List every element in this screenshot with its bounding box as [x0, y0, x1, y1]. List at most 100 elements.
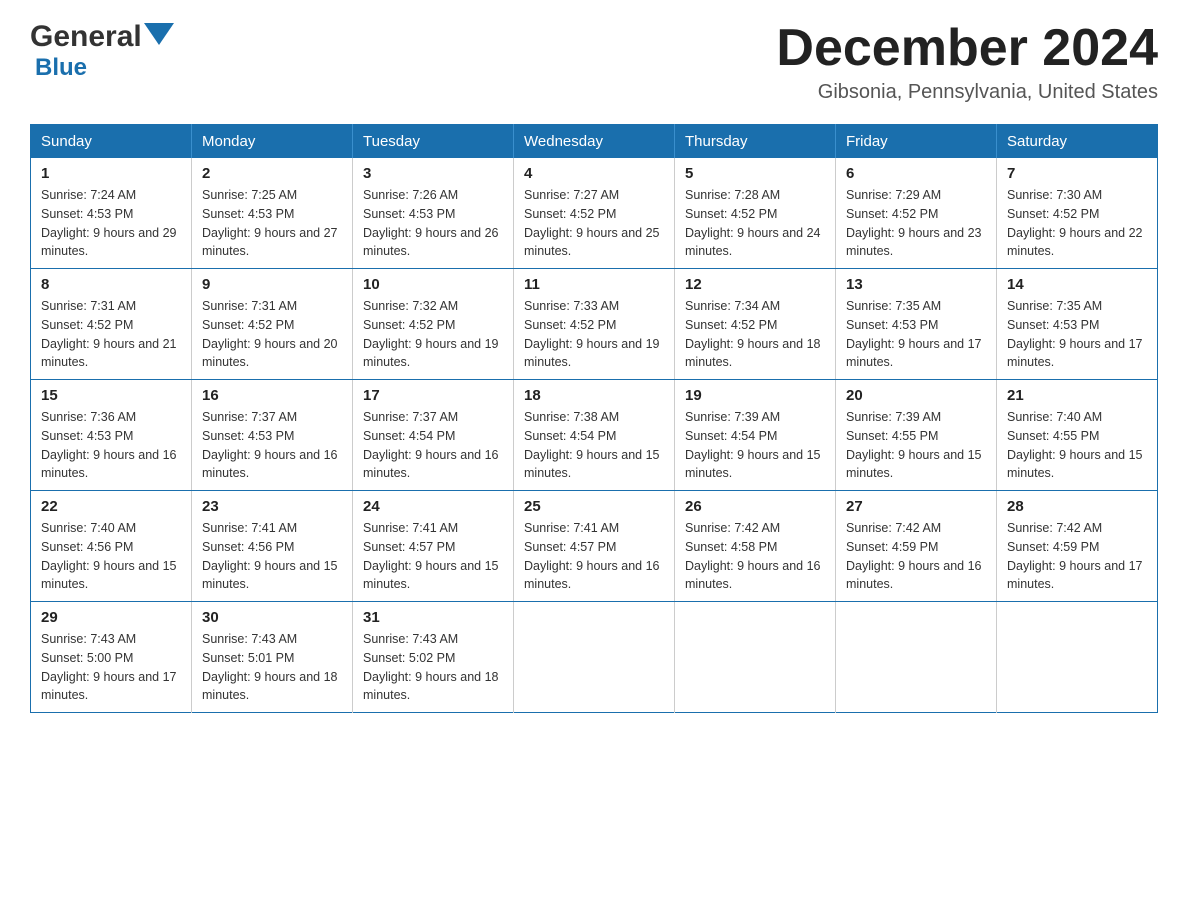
table-row	[675, 602, 836, 713]
daylight-text: Daylight: 9 hours and 17 minutes.	[41, 670, 177, 703]
table-row: 1 Sunrise: 7:24 AM Sunset: 4:53 PM Dayli…	[31, 158, 192, 269]
sunset-text: Sunset: 4:52 PM	[685, 318, 777, 332]
table-row	[997, 602, 1158, 713]
logo-blue: Blue	[35, 54, 87, 81]
sunset-text: Sunset: 4:58 PM	[685, 540, 777, 554]
daylight-text: Daylight: 9 hours and 16 minutes.	[202, 448, 338, 481]
day-info: Sunrise: 7:37 AM Sunset: 4:54 PM Dayligh…	[363, 408, 503, 483]
sunrise-text: Sunrise: 7:29 AM	[846, 188, 941, 202]
daylight-text: Daylight: 9 hours and 15 minutes.	[1007, 448, 1143, 481]
daylight-text: Daylight: 9 hours and 19 minutes.	[363, 337, 499, 370]
table-row: 4 Sunrise: 7:27 AM Sunset: 4:52 PM Dayli…	[514, 158, 675, 269]
daylight-text: Daylight: 9 hours and 17 minutes.	[846, 337, 982, 370]
daylight-text: Daylight: 9 hours and 21 minutes.	[41, 337, 177, 370]
day-info: Sunrise: 7:37 AM Sunset: 4:53 PM Dayligh…	[202, 408, 342, 483]
table-row	[836, 602, 997, 713]
day-info: Sunrise: 7:39 AM Sunset: 4:54 PM Dayligh…	[685, 408, 825, 483]
day-number: 3	[363, 165, 503, 182]
table-row: 28 Sunrise: 7:42 AM Sunset: 4:59 PM Dayl…	[997, 491, 1158, 602]
sunrise-text: Sunrise: 7:31 AM	[41, 299, 136, 313]
sunrise-text: Sunrise: 7:43 AM	[202, 632, 297, 646]
sunset-text: Sunset: 4:56 PM	[41, 540, 133, 554]
sunset-text: Sunset: 4:52 PM	[524, 318, 616, 332]
day-number: 19	[685, 387, 825, 404]
day-info: Sunrise: 7:41 AM Sunset: 4:56 PM Dayligh…	[202, 519, 342, 594]
sunrise-text: Sunrise: 7:35 AM	[1007, 299, 1102, 313]
day-info: Sunrise: 7:29 AM Sunset: 4:52 PM Dayligh…	[846, 186, 986, 261]
daylight-text: Daylight: 9 hours and 25 minutes.	[524, 226, 660, 259]
daylight-text: Daylight: 9 hours and 15 minutes.	[41, 559, 177, 592]
day-info: Sunrise: 7:26 AM Sunset: 4:53 PM Dayligh…	[363, 186, 503, 261]
sunset-text: Sunset: 4:53 PM	[41, 207, 133, 221]
day-info: Sunrise: 7:43 AM Sunset: 5:01 PM Dayligh…	[202, 630, 342, 705]
table-row: 10 Sunrise: 7:32 AM Sunset: 4:52 PM Dayl…	[353, 269, 514, 380]
day-info: Sunrise: 7:40 AM Sunset: 4:55 PM Dayligh…	[1007, 408, 1147, 483]
header-tuesday: Tuesday	[353, 125, 514, 159]
calendar-week-1: 1 Sunrise: 7:24 AM Sunset: 4:53 PM Dayli…	[31, 158, 1158, 269]
table-row: 7 Sunrise: 7:30 AM Sunset: 4:52 PM Dayli…	[997, 158, 1158, 269]
sunrise-text: Sunrise: 7:39 AM	[846, 410, 941, 424]
day-number: 31	[363, 609, 503, 626]
logo-general: General	[30, 20, 142, 54]
day-number: 13	[846, 276, 986, 293]
daylight-text: Daylight: 9 hours and 16 minutes.	[846, 559, 982, 592]
sunset-text: Sunset: 4:52 PM	[685, 207, 777, 221]
day-number: 29	[41, 609, 181, 626]
daylight-text: Daylight: 9 hours and 20 minutes.	[202, 337, 338, 370]
sunrise-text: Sunrise: 7:42 AM	[846, 521, 941, 535]
table-row: 30 Sunrise: 7:43 AM Sunset: 5:01 PM Dayl…	[192, 602, 353, 713]
sunset-text: Sunset: 4:59 PM	[846, 540, 938, 554]
daylight-text: Daylight: 9 hours and 27 minutes.	[202, 226, 338, 259]
table-row: 6 Sunrise: 7:29 AM Sunset: 4:52 PM Dayli…	[836, 158, 997, 269]
daylight-text: Daylight: 9 hours and 22 minutes.	[1007, 226, 1143, 259]
daylight-text: Daylight: 9 hours and 17 minutes.	[1007, 337, 1143, 370]
day-info: Sunrise: 7:42 AM Sunset: 4:59 PM Dayligh…	[846, 519, 986, 594]
day-number: 23	[202, 498, 342, 515]
sunset-text: Sunset: 4:54 PM	[685, 429, 777, 443]
sunrise-text: Sunrise: 7:32 AM	[363, 299, 458, 313]
table-row: 17 Sunrise: 7:37 AM Sunset: 4:54 PM Dayl…	[353, 380, 514, 491]
day-info: Sunrise: 7:40 AM Sunset: 4:56 PM Dayligh…	[41, 519, 181, 594]
day-number: 2	[202, 165, 342, 182]
calendar-week-3: 15 Sunrise: 7:36 AM Sunset: 4:53 PM Dayl…	[31, 380, 1158, 491]
sunrise-text: Sunrise: 7:42 AM	[685, 521, 780, 535]
sunrise-text: Sunrise: 7:39 AM	[685, 410, 780, 424]
table-row: 31 Sunrise: 7:43 AM Sunset: 5:02 PM Dayl…	[353, 602, 514, 713]
calendar-header-row: Sunday Monday Tuesday Wednesday Thursday…	[31, 125, 1158, 159]
day-number: 1	[41, 165, 181, 182]
daylight-text: Daylight: 9 hours and 26 minutes.	[363, 226, 499, 259]
table-row: 5 Sunrise: 7:28 AM Sunset: 4:52 PM Dayli…	[675, 158, 836, 269]
header-thursday: Thursday	[675, 125, 836, 159]
day-info: Sunrise: 7:41 AM Sunset: 4:57 PM Dayligh…	[524, 519, 664, 594]
sunrise-text: Sunrise: 7:40 AM	[1007, 410, 1102, 424]
sunrise-text: Sunrise: 7:41 AM	[524, 521, 619, 535]
table-row: 21 Sunrise: 7:40 AM Sunset: 4:55 PM Dayl…	[997, 380, 1158, 491]
daylight-text: Daylight: 9 hours and 16 minutes.	[685, 559, 821, 592]
sunset-text: Sunset: 4:52 PM	[846, 207, 938, 221]
day-info: Sunrise: 7:35 AM Sunset: 4:53 PM Dayligh…	[1007, 297, 1147, 372]
day-number: 15	[41, 387, 181, 404]
table-row: 27 Sunrise: 7:42 AM Sunset: 4:59 PM Dayl…	[836, 491, 997, 602]
day-info: Sunrise: 7:41 AM Sunset: 4:57 PM Dayligh…	[363, 519, 503, 594]
sunset-text: Sunset: 4:55 PM	[846, 429, 938, 443]
sunrise-text: Sunrise: 7:40 AM	[41, 521, 136, 535]
day-number: 7	[1007, 165, 1147, 182]
day-number: 30	[202, 609, 342, 626]
day-number: 24	[363, 498, 503, 515]
sunset-text: Sunset: 4:53 PM	[363, 207, 455, 221]
daylight-text: Daylight: 9 hours and 17 minutes.	[1007, 559, 1143, 592]
calendar-week-5: 29 Sunrise: 7:43 AM Sunset: 5:00 PM Dayl…	[31, 602, 1158, 713]
day-number: 20	[846, 387, 986, 404]
sunrise-text: Sunrise: 7:43 AM	[41, 632, 136, 646]
table-row: 14 Sunrise: 7:35 AM Sunset: 4:53 PM Dayl…	[997, 269, 1158, 380]
title-section: December 2024 Gibsonia, Pennsylvania, Un…	[776, 20, 1158, 104]
sunrise-text: Sunrise: 7:41 AM	[363, 521, 458, 535]
calendar-table: Sunday Monday Tuesday Wednesday Thursday…	[30, 124, 1158, 713]
calendar-week-4: 22 Sunrise: 7:40 AM Sunset: 4:56 PM Dayl…	[31, 491, 1158, 602]
day-number: 12	[685, 276, 825, 293]
day-number: 18	[524, 387, 664, 404]
daylight-text: Daylight: 9 hours and 15 minutes.	[363, 559, 499, 592]
sunset-text: Sunset: 4:54 PM	[363, 429, 455, 443]
table-row: 11 Sunrise: 7:33 AM Sunset: 4:52 PM Dayl…	[514, 269, 675, 380]
table-row: 22 Sunrise: 7:40 AM Sunset: 4:56 PM Dayl…	[31, 491, 192, 602]
